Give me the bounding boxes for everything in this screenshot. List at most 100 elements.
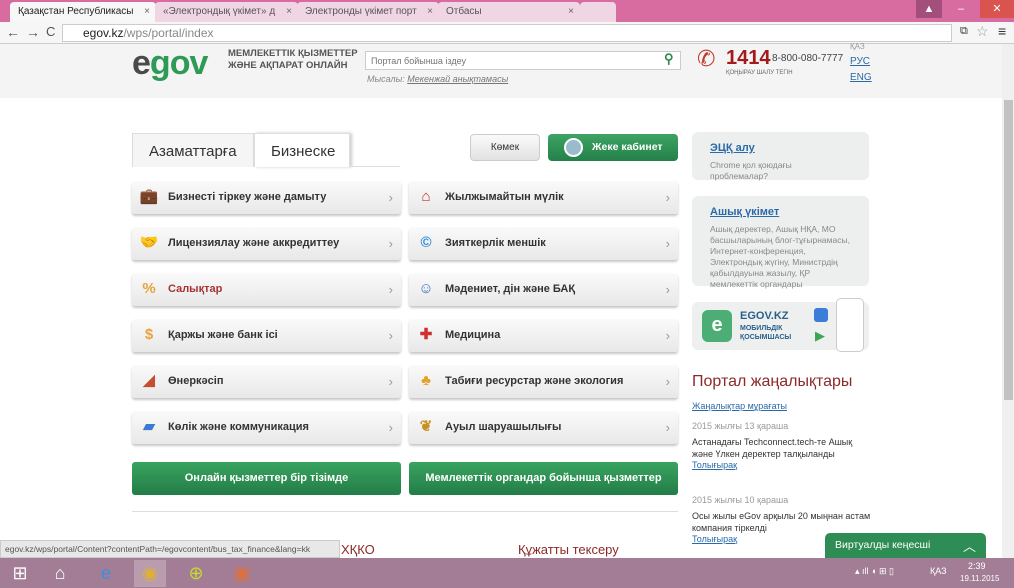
input-language[interactable]: ҚАЗ — [930, 566, 947, 576]
tab-citizens[interactable]: Азаматтарға — [132, 133, 254, 167]
chevron-right-icon: › — [665, 190, 670, 205]
home-icon[interactable]: ⌂ — [44, 560, 76, 587]
browser-tab[interactable]: Электронды үкімет порт × — [297, 2, 439, 22]
category-right-1[interactable]: © Зияткерлік меншік › — [409, 227, 678, 260]
user-icon[interactable]: ▲ — [916, 0, 942, 18]
briefcase-icon: 💼 — [139, 188, 159, 205]
news-more-link[interactable]: Толығырақ — [692, 460, 737, 470]
personal-cabinet-button[interactable]: Жеке кабинет — [548, 134, 678, 161]
section-heading-document-check[interactable]: Құжатты тексеру — [518, 542, 619, 557]
lang-eng[interactable]: ENG — [850, 72, 872, 83]
google-play-icon[interactable]: ▶ — [815, 328, 825, 344]
news-title[interactable]: Осы жылы eGov арқылы 20 мыңнан астам ком… — [692, 510, 872, 534]
chevron-right-icon: › — [665, 374, 670, 389]
eds-link[interactable]: ЭЦҚ алу — [710, 142, 851, 154]
url-path: /wps/portal/index — [123, 26, 214, 40]
app-plus-icon[interactable]: ⊕ — [180, 560, 212, 587]
close-icon[interactable]: × — [427, 6, 433, 17]
house-icon: ⌂ — [421, 188, 431, 205]
chevron-right-icon: › — [665, 420, 670, 435]
news-archive-link[interactable]: Жаңалықтар мұрағаты — [692, 401, 787, 411]
browser-tab[interactable]: «Электрондық үкімет» д × — [155, 2, 298, 22]
url-host: egov.kz — [83, 26, 124, 40]
category-right-3[interactable]: ✚ Медицина › — [409, 319, 678, 352]
category-label: Жылжымайтын мүлік — [445, 191, 564, 203]
scrollbar-thumb[interactable] — [1004, 100, 1013, 400]
category-right-2[interactable]: ☺ Мәдениет, дін және БАҚ › — [409, 273, 678, 306]
close-icon[interactable]: × — [286, 6, 292, 17]
category-left-2[interactable]: % Салықтар › — [132, 273, 401, 306]
url-input[interactable]: egov.kz/wps/portal/index — [62, 24, 952, 42]
open-government-box[interactable]: Ашық үкімет Ашық деректер, Ашық НҚА, МО б… — [692, 196, 869, 289]
egov-logo[interactable]: eegovgov — [132, 44, 208, 83]
egov-app-icon: e — [702, 310, 732, 342]
news-title[interactable]: Астанадағы Techconnect.tech-те Ашық және… — [692, 436, 872, 460]
category-label: Лицензиялау және аккредиттеу — [168, 237, 340, 249]
category-label: Қаржы және банк ісі — [168, 329, 278, 341]
avatar-icon — [564, 138, 583, 157]
star-icon[interactable]: ☆ — [976, 23, 989, 40]
internet-explorer-icon[interactable]: e — [90, 560, 122, 587]
copyright-icon: © — [420, 234, 432, 251]
close-window-button[interactable]: ✕ — [980, 0, 1014, 18]
tray-icons[interactable]: ▴ ıll ◖ ⊞ ▯ — [855, 566, 894, 577]
forward-icon[interactable]: → — [26, 24, 40, 40]
trowel-icon: ◢ — [143, 372, 155, 389]
wheat-icon: ❦ — [419, 418, 433, 435]
tab-business[interactable]: Бизнеске — [254, 133, 350, 167]
services-by-agency-button[interactable]: Мемлекеттік органдар бойынша қызметтер — [409, 462, 678, 495]
powerpoint-icon[interactable]: ▣ — [226, 560, 258, 587]
category-left-4[interactable]: ◢ Өнеркәсіп › — [132, 365, 401, 398]
address-bar-row: ← → C egov.kz/wps/portal/index ⧉ ☆ ≡ — [0, 22, 1014, 44]
news-date: 2015 жылғы 10 қараша — [692, 495, 789, 505]
slogan-line: ЖӘНЕ АҚПАРАТ ОНЛАЙН — [228, 60, 348, 71]
chevron-right-icon: › — [388, 236, 393, 251]
tree-icon: ♣ — [421, 372, 431, 389]
chevron-right-icon: › — [388, 190, 393, 205]
news-more-link[interactable]: Толығырақ — [692, 534, 737, 544]
back-icon[interactable]: ← — [6, 24, 20, 40]
clock-time[interactable]: 2:39 — [968, 561, 986, 571]
search-input[interactable] — [365, 51, 681, 70]
windows-start-icon[interactable]: ⊞ — [4, 560, 36, 587]
category-left-3[interactable]: $ Қаржы және банк ісі › — [132, 319, 401, 352]
divider — [132, 511, 678, 512]
category-left-1[interactable]: 🤝 Лицензиялау және аккредиттеу › — [132, 227, 401, 260]
news-date: 2015 жылғы 13 қараша — [692, 421, 789, 431]
browser-tab[interactable]: Отбасы × — [438, 2, 580, 22]
close-icon[interactable]: × — [144, 6, 150, 17]
lang-rus[interactable]: РУС — [850, 56, 870, 67]
app-sub-line: МОБИЛЬДІК — [740, 325, 783, 332]
browser-tab[interactable]: Қазақстан Республикасы × — [10, 2, 156, 22]
eds-box[interactable]: ЭЦҚ алу Chrome қол қоюдағы проблемалар? — [692, 132, 869, 181]
category-label: Медицина — [445, 329, 501, 341]
category-right-4[interactable]: ♣ Табиғи ресурстар және экология › — [409, 365, 678, 398]
clock-date[interactable]: 19.11.2015 — [960, 574, 999, 583]
search-icon[interactable]: ⚲ — [664, 51, 674, 67]
translate-icon[interactable]: ⧉ — [960, 25, 968, 38]
online-services-list-button[interactable]: Онлайн қызметтер бір тізімде — [132, 462, 401, 495]
chrome-icon[interactable]: ◉ — [134, 560, 166, 587]
chevron-right-icon: › — [388, 282, 393, 297]
section-heading-pscs[interactable]: ХҚКО — [341, 542, 375, 557]
mobile-app-banner[interactable]: e EGOV.KZ МОБИЛЬДІК ҚОСЫМШАСЫ ▶ — [692, 298, 869, 352]
menu-icon[interactable]: ≡ — [998, 23, 1006, 39]
close-icon[interactable]: × — [568, 6, 574, 17]
category-right-0[interactable]: ⌂ Жылжымайтын мүлік › — [409, 181, 678, 214]
open-government-link[interactable]: Ашық үкімет — [710, 206, 851, 218]
category-left-0[interactable]: 💼 Бизнесті тіркеу және дамыту › — [132, 181, 401, 214]
virtual-assistant-button[interactable]: Виртуалды кеңесші ︿ — [825, 533, 986, 558]
category-left-5[interactable]: ▰ Көлік және коммуникация › — [132, 411, 401, 444]
eds-text: Chrome қол қоюдағы проблемалар? — [710, 160, 792, 181]
category-right-5[interactable]: ❦ Ауыл шаруашылығы › — [409, 411, 678, 444]
new-tab-button[interactable] — [580, 2, 616, 22]
tab-underline — [350, 166, 400, 167]
help-button[interactable]: Көмек — [470, 134, 540, 161]
reload-icon[interactable]: C — [46, 24, 55, 39]
slogan-line: МЕМЛЕКЕТТІК ҚЫЗМЕТТЕР — [228, 48, 358, 59]
chevron-up-icon[interactable]: ︿ — [963, 536, 976, 555]
app-store-icon[interactable] — [814, 308, 828, 322]
lang-kaz[interactable]: ҚАЗ — [850, 42, 865, 51]
minimize-button[interactable]: – — [948, 0, 974, 18]
example-link[interactable]: Мекенжай анықтамасы — [407, 74, 508, 84]
